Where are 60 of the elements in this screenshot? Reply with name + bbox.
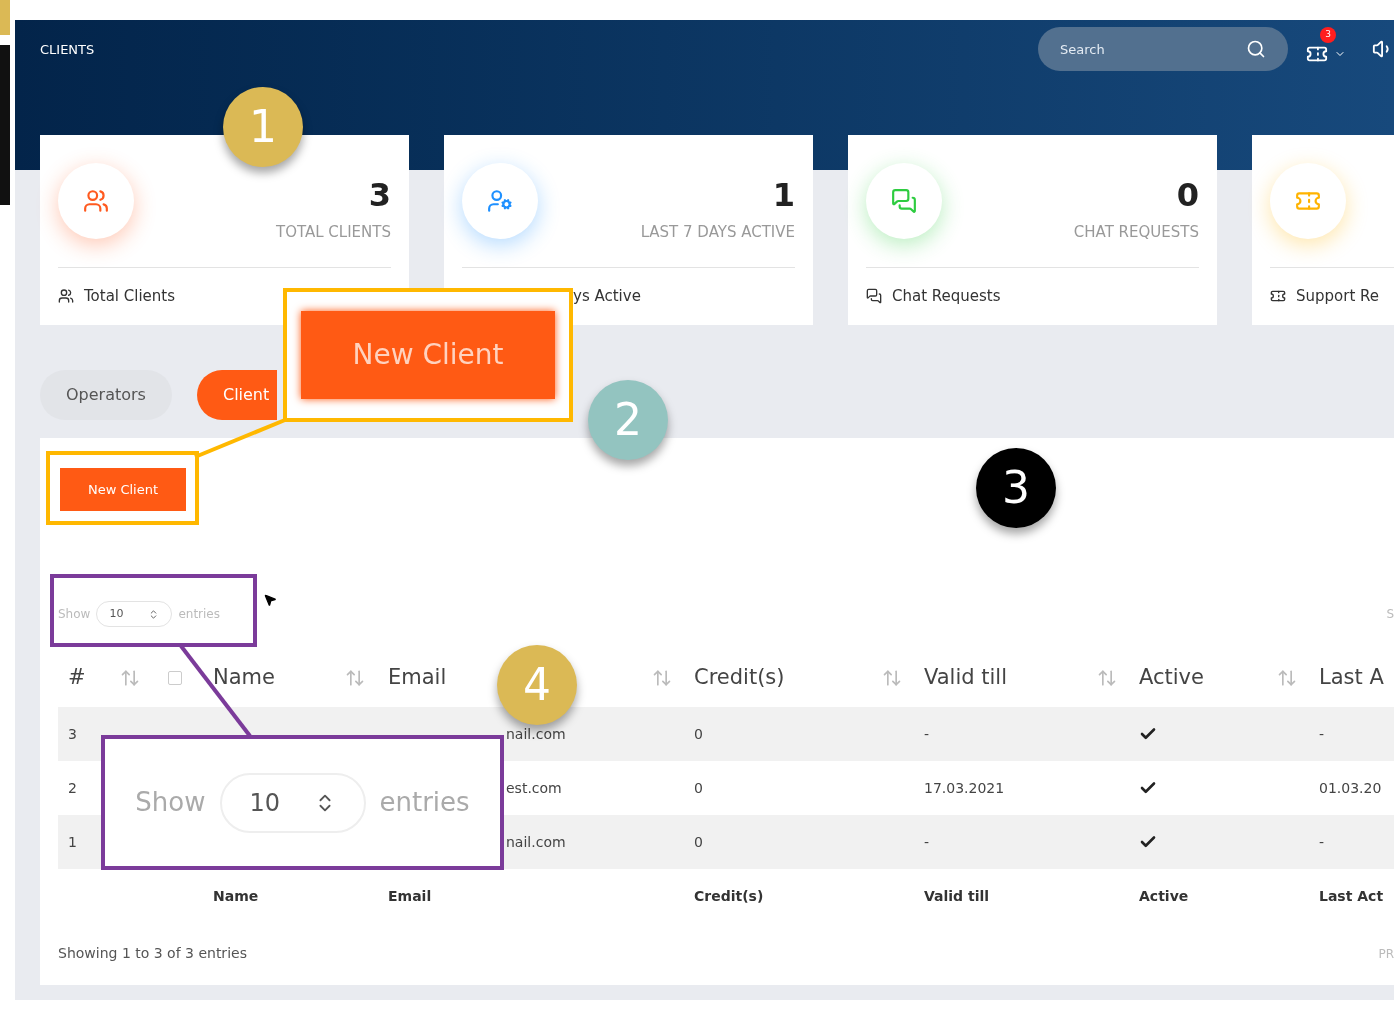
sort-icon[interactable] bbox=[1097, 668, 1117, 688]
table-cell-text: 01.03.20 bbox=[1318, 778, 1383, 798]
entries-label: entries bbox=[178, 606, 220, 623]
table-cell: nail.com bbox=[506, 725, 566, 742]
table-cell-text: 0 bbox=[693, 832, 704, 852]
table-cell-text: 2 bbox=[67, 778, 78, 798]
stat-label: TOTAL CLIENTS bbox=[276, 222, 391, 243]
sort-icon[interactable] bbox=[120, 668, 140, 688]
column-footer: Name bbox=[205, 885, 380, 907]
stat-value: 1 bbox=[772, 177, 795, 213]
table-cell-text: - bbox=[1318, 832, 1326, 852]
table-cell-text: - bbox=[923, 832, 931, 852]
column-header[interactable]: Last A bbox=[1319, 665, 1384, 690]
table-cell-text: - bbox=[1318, 724, 1326, 744]
card-footer-label: Support Re bbox=[1296, 285, 1380, 307]
stat-value: 3 bbox=[368, 177, 391, 213]
sort-icon[interactable] bbox=[345, 668, 365, 688]
table-cell-text: - bbox=[923, 724, 931, 744]
column-header[interactable]: Active bbox=[1139, 665, 1204, 690]
card-footer-label: ys Active bbox=[573, 285, 641, 307]
edge-strip bbox=[0, 0, 10, 35]
zoomed-entries-label: entries bbox=[379, 786, 470, 819]
column-header[interactable]: # bbox=[68, 665, 86, 690]
table-cell-text: 1 bbox=[67, 832, 78, 852]
zoomed-show-label: Show bbox=[135, 786, 206, 819]
card-footer-label: Total Clients bbox=[84, 285, 176, 307]
column-header[interactable]: Credit(s) bbox=[694, 665, 785, 690]
column-footer: Active bbox=[1131, 885, 1311, 907]
table-cell-text: 3 bbox=[67, 724, 78, 744]
column-footer: Credit(s) bbox=[686, 885, 916, 907]
notification-badge: 3 bbox=[1320, 27, 1336, 43]
sort-icon[interactable] bbox=[1277, 668, 1297, 688]
sort-icon[interactable] bbox=[882, 668, 902, 688]
page-title: CLIENTS bbox=[40, 41, 95, 59]
pager-label: PR bbox=[1378, 945, 1394, 963]
stat-value: 0 bbox=[1176, 177, 1199, 213]
zoomed-page-size-select[interactable]: 10 bbox=[219, 772, 366, 833]
table-cell: est.com bbox=[506, 779, 562, 796]
column-footer: Email bbox=[380, 885, 686, 907]
column-header[interactable]: Name bbox=[213, 665, 275, 690]
column-footer: Valid till bbox=[916, 885, 1131, 907]
search-label: S bbox=[1386, 606, 1394, 623]
table-cell-text: 0 bbox=[693, 724, 704, 744]
column-footer: Last Act bbox=[1311, 885, 1394, 907]
select-all-checkbox[interactable] bbox=[168, 671, 182, 685]
entries-info: Showing 1 to 3 of 3 entries bbox=[58, 944, 247, 963]
card-footer-label: Chat Requests bbox=[892, 285, 1001, 307]
tab[interactable]: Operators bbox=[40, 370, 172, 420]
table-cell-text: 0 bbox=[693, 778, 704, 798]
search-icon[interactable] bbox=[1246, 39, 1266, 59]
column-header[interactable]: Email bbox=[388, 665, 447, 690]
table-cell: nail.com bbox=[506, 833, 566, 850]
show-label: Show bbox=[58, 606, 91, 623]
stat-label: LAST 7 DAYS ACTIVE bbox=[640, 222, 795, 243]
stat-label: CHAT REQUESTS bbox=[1073, 222, 1199, 243]
search-field[interactable]: Search bbox=[1038, 27, 1288, 71]
column-header[interactable]: Valid till bbox=[924, 665, 1007, 690]
sort-icon[interactable] bbox=[652, 668, 672, 688]
mouse-cursor-icon bbox=[263, 592, 277, 608]
table-cell-text: 17.03.2021 bbox=[923, 778, 1006, 798]
